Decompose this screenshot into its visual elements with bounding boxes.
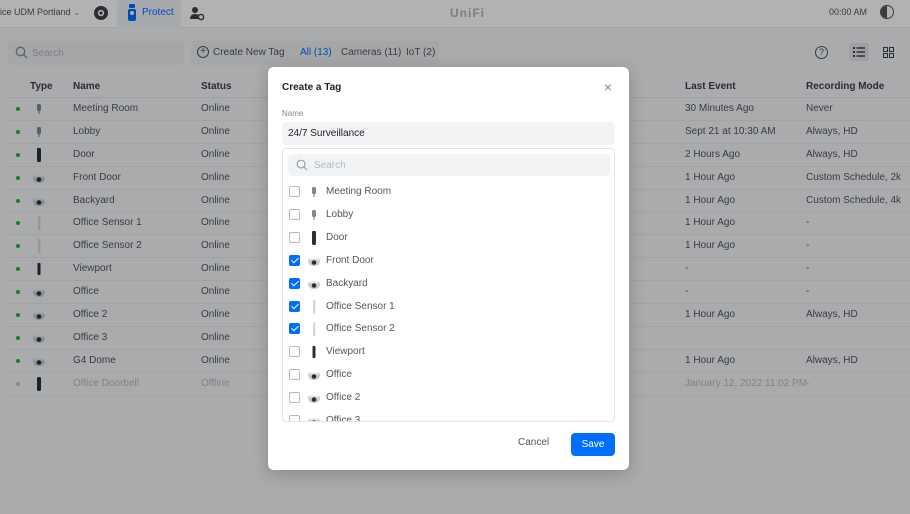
camera-dome-icon [307,413,321,421]
picker-option[interactable]: Office 3 [283,410,614,422]
picker-option[interactable]: Office Sensor 1 [283,296,614,319]
option-label: Door [326,231,348,243]
option-checkbox[interactable] [289,369,300,381]
camera-dome-icon [307,276,321,291]
option-label: Office [326,369,352,381]
camera-bullet-icon [307,207,321,222]
picker-search-input[interactable] [314,157,594,173]
picker-option[interactable]: Office [283,364,614,387]
picker-option[interactable]: Lobby [283,204,614,227]
option-label: Office 3 [326,415,361,422]
option-checkbox[interactable] [289,323,300,335]
search-icon [296,159,308,174]
picker-option[interactable]: Viewport [283,341,614,364]
option-checkbox[interactable] [289,277,300,289]
option-label: Office Sensor 1 [326,300,395,312]
cancel-button[interactable]: Cancel [518,437,549,448]
sensor-icon [307,321,321,337]
picker-search[interactable] [288,154,610,176]
close-icon[interactable]: × [602,80,614,94]
picker-option[interactable]: Office 2 [283,387,614,410]
tag-name-input[interactable] [282,122,615,145]
camera-bullet-icon [307,184,321,199]
option-label: Office Sensor 2 [326,323,395,335]
option-checkbox[interactable] [289,254,300,266]
picker-option[interactable]: Office Sensor 2 [283,318,614,341]
camera-dome-icon [307,390,321,405]
doorbell-icon [307,230,321,245]
option-label: Backyard [326,277,368,289]
picker-option[interactable]: Front Door [283,250,614,273]
save-button[interactable]: Save [571,433,615,456]
option-checkbox[interactable] [289,392,300,404]
viewport-icon [307,344,321,359]
option-label: Front Door [326,254,374,266]
option-label: Meeting Room [326,186,392,197]
sensor-icon [307,299,321,314]
option-checkbox[interactable] [289,300,300,312]
option-checkbox[interactable] [289,415,300,421]
picker-option[interactable]: Door [283,227,614,250]
option-label: Viewport [326,346,365,358]
name-field-label: Name [282,109,304,118]
device-picker: Meeting Room Lobby Door Front Door Backyard O… [282,148,615,422]
option-checkbox[interactable] [289,231,300,243]
option-checkbox[interactable] [289,186,300,197]
option-checkbox[interactable] [289,346,300,358]
option-label: Lobby [326,208,354,220]
option-label: Office 2 [326,392,361,404]
picker-option[interactable]: Backyard [283,273,614,296]
picker-option[interactable]: Meeting Room [283,181,614,204]
camera-dome-icon [307,367,321,382]
dialog-title: Create a Tag [282,82,342,93]
camera-dome-icon [307,253,321,268]
create-tag-dialog: Create a Tag × Name Meeting Room Lobby Doo… [268,67,629,470]
option-checkbox[interactable] [289,208,300,220]
